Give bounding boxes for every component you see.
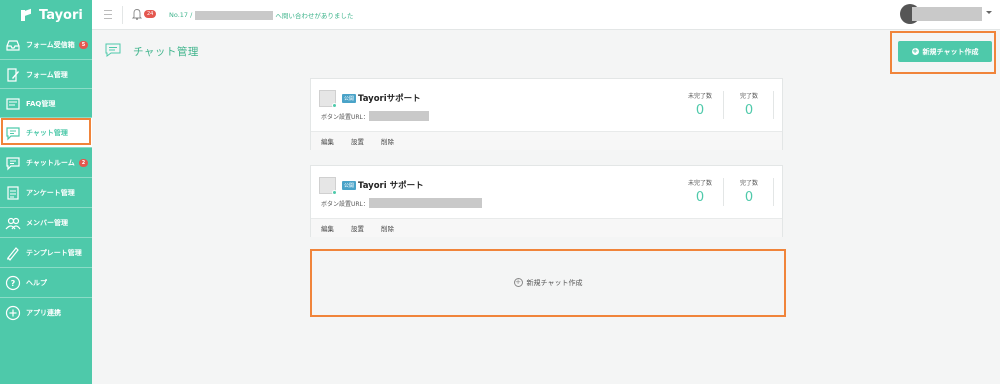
redacted-url — [369, 111, 429, 121]
sidebar-item-faq[interactable]: FAQ管理 — [0, 89, 92, 118]
tayori-logo-icon — [21, 9, 31, 21]
svg-text:?: ? — [11, 279, 16, 288]
sidebar-item-label: フォーム受信箱 — [26, 40, 75, 49]
unread-badge: 5 — [78, 40, 89, 49]
bell-icon[interactable] — [132, 8, 142, 20]
chat-card: 公開 Tayori サポート ボタン設置URL： 未完了数 0 完了数 0 編集… — [310, 165, 783, 237]
plus-circle-icon: + — [513, 278, 523, 287]
app-link-icon — [5, 305, 21, 320]
members-icon — [5, 217, 21, 229]
divider — [773, 91, 774, 119]
sidebar-item-label: ヘルプ — [26, 278, 47, 287]
sidebar-item-label: チャットルーム — [26, 158, 75, 167]
sidebar-item-survey[interactable]: アンケート管理 — [0, 178, 92, 207]
delete-link[interactable]: 削除 — [381, 136, 394, 146]
new-chat-area[interactable]: + 新規チャット作成 — [312, 250, 784, 315]
template-icon — [7, 246, 19, 261]
complete-count: 0 — [744, 103, 754, 118]
sidebar-item-form-inbox[interactable]: フォーム受信箱 5 — [0, 30, 92, 59]
edit-link[interactable]: 編集 — [321, 223, 334, 233]
notification-message[interactable]: No.17 / へ問い合わせがありました — [169, 10, 353, 20]
chat-card-header[interactable]: 公開 Tayoriサポート ボタン設置URL： 未完了数 0 完了数 0 — [311, 79, 782, 131]
divider — [773, 178, 774, 206]
divider — [723, 178, 724, 206]
incomplete-stat: 未完了数 0 — [678, 178, 722, 205]
sidebar-item-label: FAQ管理 — [26, 99, 56, 108]
sidebar-item-label: フォーム管理 — [26, 70, 68, 79]
create-chat-button[interactable]: + 新規チャット作成 — [898, 41, 992, 62]
chat-card-header[interactable]: 公開 Tayori サポート ボタン設置URL： 未完了数 0 完了数 0 — [311, 166, 782, 218]
complete-stat: 完了数 0 — [727, 91, 771, 118]
page-title: チャット管理 — [133, 46, 199, 58]
faq-icon — [6, 97, 20, 110]
chevron-down-icon[interactable] — [986, 11, 992, 14]
complete-count: 0 — [744, 190, 754, 205]
create-chat-label: 新規チャット作成 — [922, 47, 979, 56]
sidebar: Tayori フォーム受信箱 5 フォーム管理 FAQ管理 チャット管理 チャッ… — [0, 0, 92, 384]
incomplete-stat: 未完了数 0 — [678, 91, 722, 118]
redacted-url — [369, 198, 482, 208]
chat-card-actions: 編集 設置 削除 — [311, 218, 782, 237]
inbox-icon — [6, 39, 20, 51]
online-status-dot — [332, 190, 337, 195]
url-label: ボタン設置URL： — [321, 114, 369, 121]
sidebar-item-chat-manage[interactable]: チャット管理 — [0, 118, 92, 147]
complete-label: 完了数 — [739, 93, 758, 100]
online-status-dot — [332, 103, 337, 108]
status-badge: 公開 — [342, 181, 357, 190]
app-name: Tayori — [39, 7, 83, 23]
top-header: 24 No.17 / へ問い合わせがありました — [92, 0, 1000, 30]
chat-avatar — [319, 90, 337, 108]
divider — [122, 6, 123, 24]
sidebar-item-help[interactable]: ? ヘルプ — [0, 268, 92, 297]
sidebar-item-label: チャット管理 — [26, 128, 68, 137]
chat-icon — [6, 126, 20, 140]
status-badge: 公開 — [342, 94, 357, 103]
chat-card: 公開 Tayoriサポート ボタン設置URL： 未完了数 0 完了数 0 編集 … — [310, 78, 783, 150]
menu-toggle-icon[interactable] — [104, 10, 112, 19]
chat-card-actions: 編集 設置 削除 — [311, 131, 782, 150]
chat-icon — [105, 43, 121, 57]
divider — [723, 91, 724, 119]
notice-prefix: No.17 / — [169, 11, 193, 19]
app-logo[interactable]: Tayori — [0, 0, 92, 30]
sidebar-item-form-manage[interactable]: フォーム管理 — [0, 60, 92, 89]
survey-icon — [7, 185, 19, 200]
incomplete-count: 0 — [695, 190, 705, 205]
delete-link[interactable]: 削除 — [381, 223, 394, 233]
setup-link[interactable]: 設置 — [351, 136, 364, 146]
complete-stat: 完了数 0 — [727, 178, 771, 205]
sidebar-item-template[interactable]: テンプレート管理 — [0, 238, 92, 267]
redacted-user-name[interactable] — [912, 7, 982, 21]
sidebar-item-label: アプリ連携 — [26, 308, 61, 317]
incomplete-label: 未完了数 — [687, 93, 712, 100]
sidebar-item-members[interactable]: メンバー管理 — [0, 208, 92, 237]
sidebar-item-label: アンケート管理 — [26, 188, 75, 197]
chat-avatar — [319, 177, 337, 195]
sidebar-item-label: メンバー管理 — [26, 218, 68, 227]
edit-link[interactable]: 編集 — [321, 136, 334, 146]
setup-link[interactable]: 設置 — [351, 223, 364, 233]
chat-name[interactable]: Tayoriサポート — [358, 92, 421, 104]
form-edit-icon — [7, 67, 19, 82]
url-label: ボタン設置URL： — [321, 201, 369, 208]
notice-suffix: へ問い合わせがありました — [275, 12, 354, 20]
sidebar-item-app-link[interactable]: アプリ連携 — [0, 298, 92, 327]
unread-badge: 2 — [78, 158, 89, 167]
help-icon: ? — [5, 275, 21, 290]
plus-icon: + — [911, 47, 919, 55]
sidebar-item-label: テンプレート管理 — [26, 248, 82, 257]
notification-count-badge: 24 — [144, 10, 157, 18]
sidebar-item-chat-room[interactable]: チャットルーム 2 — [0, 148, 92, 177]
new-chat-label: 新規チャット作成 — [526, 278, 583, 287]
incomplete-count: 0 — [695, 103, 705, 118]
complete-label: 完了数 — [739, 180, 758, 187]
chat-name[interactable]: Tayori サポート — [358, 179, 424, 191]
redacted-name — [195, 10, 274, 20]
incomplete-label: 未完了数 — [687, 180, 712, 187]
chat-room-icon — [6, 156, 20, 170]
